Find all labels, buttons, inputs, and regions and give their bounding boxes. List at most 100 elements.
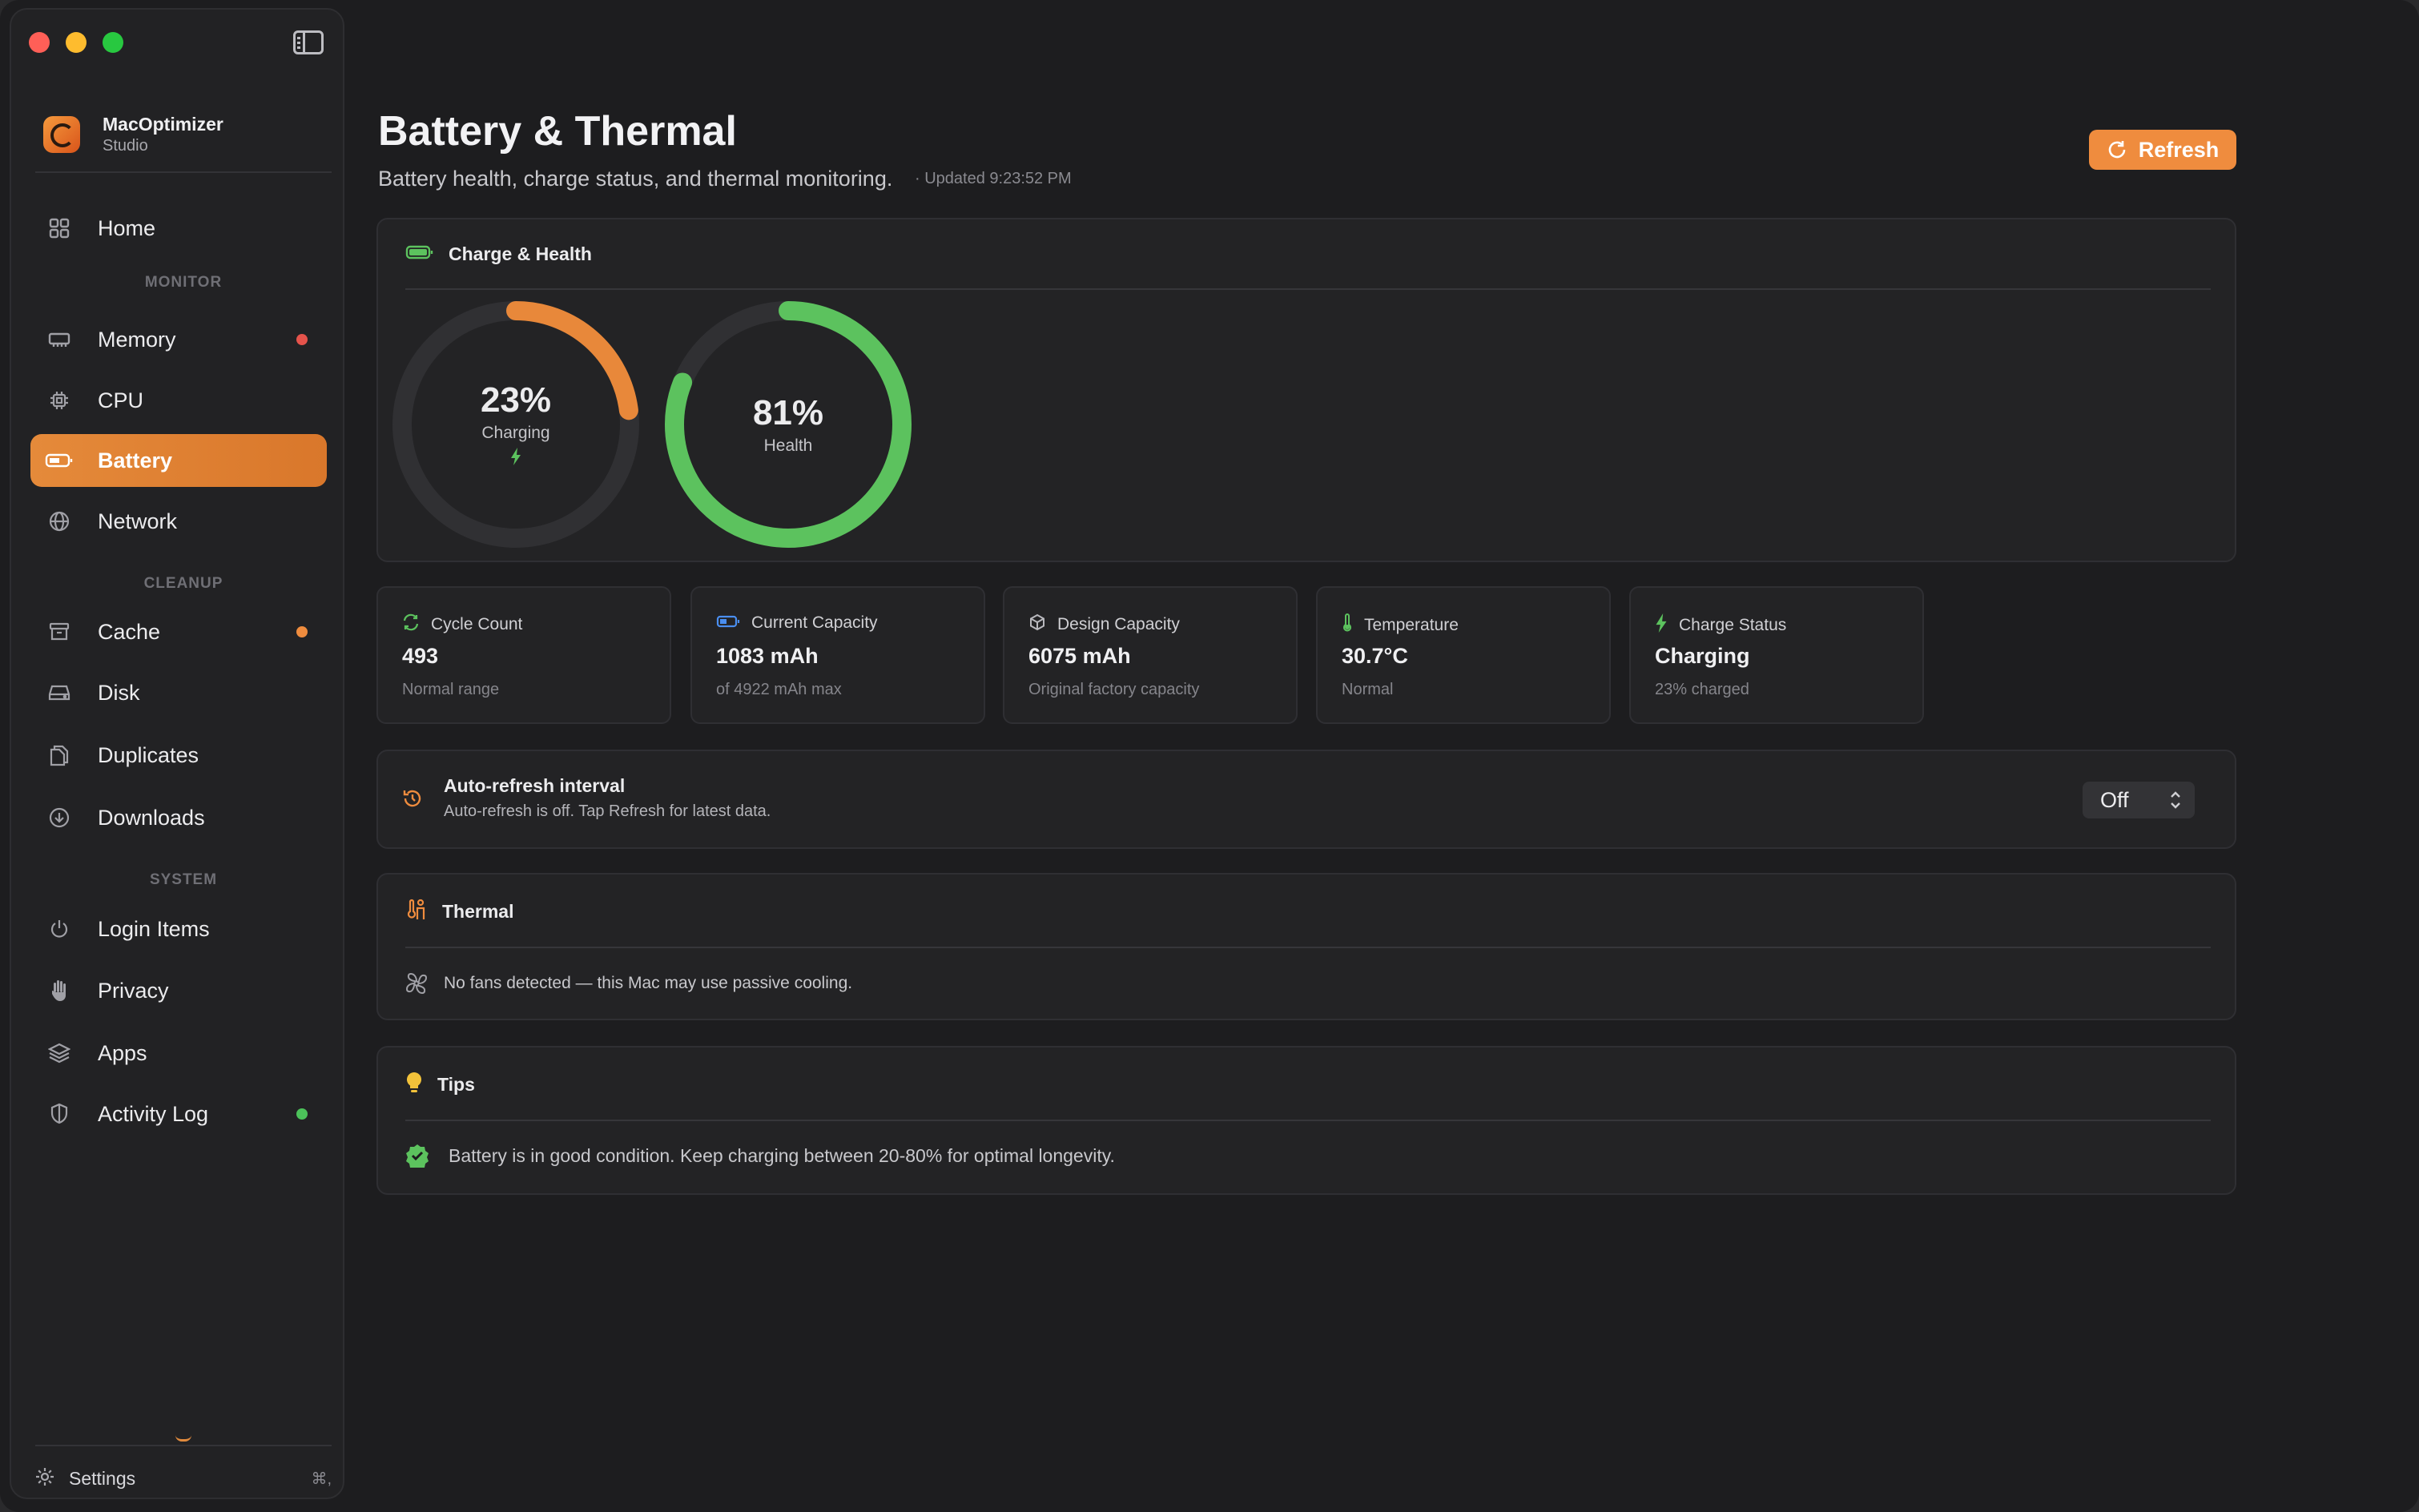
gear-icon [35, 1467, 54, 1490]
stat-value: 6075 mAh [1028, 644, 1131, 668]
sidebar-item-cache[interactable]: Cache [30, 605, 327, 658]
sidebar: MacOptimizer Studio Home MONITOR Memory [10, 8, 344, 1499]
sidebar-item-label: Battery [98, 448, 173, 472]
charge-gauge: 23% Charging [391, 300, 641, 549]
settings-button[interactable]: Settings ⌘, [35, 1467, 332, 1490]
sidebar-item-label: Login Items [98, 916, 210, 941]
refresh-button[interactable]: Refresh [2089, 130, 2236, 170]
stat-note: Normal [1342, 681, 1394, 698]
auto-refresh-description: Auto-refresh is off. Tap Refresh for lat… [444, 802, 771, 820]
sidebar-item-label: Network [98, 509, 178, 533]
sidebar-item-label: Home [98, 215, 156, 240]
stat-title: Cycle Count [431, 614, 523, 633]
page-subtitle: Battery health, charge status, and therm… [378, 167, 893, 191]
sidebar-item-label: CPU [98, 388, 144, 412]
sidebar-item-memory[interactable]: Memory [30, 313, 327, 366]
sidebar-item-privacy[interactable]: Privacy [30, 964, 327, 1017]
refresh-icon [2108, 141, 2126, 159]
stat-title: Current Capacity [751, 613, 878, 632]
card-divider [405, 288, 2211, 290]
sidebar-item-downloads[interactable]: Downloads [30, 791, 327, 844]
hand-raised-icon [38, 979, 80, 1002]
sidebar-toggle-icon[interactable] [293, 30, 324, 54]
sidebar-item-label: Activity Log [98, 1101, 209, 1126]
card-title: Charge & Health [449, 243, 592, 264]
sidebar-item-home[interactable]: Home [30, 202, 327, 255]
lightbulb-icon [405, 1072, 423, 1098]
sidebar-item-battery[interactable]: Battery [30, 434, 327, 487]
card-divider [405, 947, 2211, 948]
sidebar-item-label: Cache [98, 619, 161, 644]
close-window-button[interactable] [29, 32, 50, 53]
settings-shortcut: ⌘, [311, 1470, 332, 1488]
minimize-window-button[interactable] [66, 32, 87, 53]
stat-card-temperature: Temperature 30.7°C Normal [1316, 586, 1611, 724]
section-label-monitor: MONITOR [144, 274, 223, 291]
sidebar-item-label: Memory [98, 327, 176, 352]
refresh-cycle-icon [402, 613, 420, 635]
battery-icon [38, 452, 80, 468]
tips-message: Battery is in good condition. Keep charg… [449, 1145, 1115, 1166]
auto-refresh-title: Auto-refresh interval [444, 775, 626, 796]
charge-percent: 23% [480, 380, 552, 420]
power-icon [38, 919, 80, 939]
sidebar-item-login-items[interactable]: Login Items [30, 903, 327, 955]
health-gauge: 81% Health [663, 300, 913, 549]
thermal-card: Thermal No fans detected — this Mac may … [376, 873, 2236, 1020]
thermometer-icon [1342, 613, 1353, 637]
app-logo-icon [43, 116, 80, 153]
stat-title: Temperature [1364, 615, 1459, 634]
scroll-indicator [175, 1435, 191, 1442]
brand: MacOptimizer Studio [43, 114, 223, 155]
fan-icon [405, 972, 428, 999]
section-label-cleanup: CLEANUP [143, 575, 223, 592]
stat-card-current-capacity: Current Capacity 1083 mAh of 4922 mAh ma… [690, 586, 985, 724]
memory-status-dot [296, 334, 308, 345]
sidebar-divider [35, 1445, 332, 1446]
sidebar-item-label: Duplicates [98, 742, 199, 767]
battery-full-icon [405, 244, 434, 264]
app-window: MacOptimizer Studio Home MONITOR Memory [0, 0, 2419, 1512]
bolt-icon [510, 447, 521, 469]
cache-status-dot [296, 626, 308, 637]
sidebar-item-activity-log[interactable]: Activity Log [30, 1088, 327, 1140]
cube-icon [1028, 613, 1046, 635]
refresh-label: Refresh [2138, 137, 2220, 162]
app-name: MacOptimizer [103, 114, 223, 135]
disk-drive-icon [38, 684, 80, 702]
last-updated: · Updated 9:23:52 PM [915, 170, 1072, 187]
memory-chip-icon [38, 331, 80, 348]
activity-log-status-dot [296, 1108, 308, 1120]
health-percent: 81% [752, 393, 824, 432]
card-title: Thermal [442, 901, 514, 922]
tips-card: Tips Battery is in good condition. Keep … [376, 1046, 2236, 1195]
sidebar-item-duplicates[interactable]: Duplicates [30, 729, 327, 782]
charge-label: Charging [481, 423, 550, 442]
sidebar-item-network[interactable]: Network [30, 495, 327, 548]
globe-icon [38, 511, 80, 532]
stat-note: 23% charged [1655, 681, 1749, 698]
clock-history-icon [402, 788, 423, 813]
sidebar-item-cpu[interactable]: CPU [30, 374, 327, 427]
page-title: Battery & Thermal [378, 108, 737, 155]
sidebar-item-label: Apps [98, 1040, 147, 1065]
stat-title: Charge Status [1679, 615, 1787, 634]
archive-box-icon [38, 621, 80, 642]
layers-icon [38, 1043, 80, 1064]
auto-refresh-select[interactable]: Off [2083, 782, 2195, 818]
charge-health-card: Charge & Health 23% Charging 81% Health [376, 218, 2236, 562]
stat-note: Normal range [402, 681, 500, 698]
stat-title: Design Capacity [1057, 614, 1180, 633]
stat-card-design-capacity: Design Capacity 6075 mAh Original factor… [1003, 586, 1298, 724]
stat-note: Original factory capacity [1028, 681, 1200, 698]
grid-icon [38, 218, 80, 239]
sidebar-item-label: Disk [98, 680, 140, 705]
sidebar-item-apps[interactable]: Apps [30, 1027, 327, 1080]
stat-value: 493 [402, 644, 439, 668]
stat-value: 30.7°C [1342, 644, 1408, 668]
select-value: Off [2100, 787, 2129, 812]
zoom-window-button[interactable] [103, 32, 123, 53]
sidebar-item-disk[interactable]: Disk [30, 666, 327, 719]
stat-value: Charging [1655, 644, 1750, 668]
stat-note: of 4922 mAh max [716, 681, 842, 698]
